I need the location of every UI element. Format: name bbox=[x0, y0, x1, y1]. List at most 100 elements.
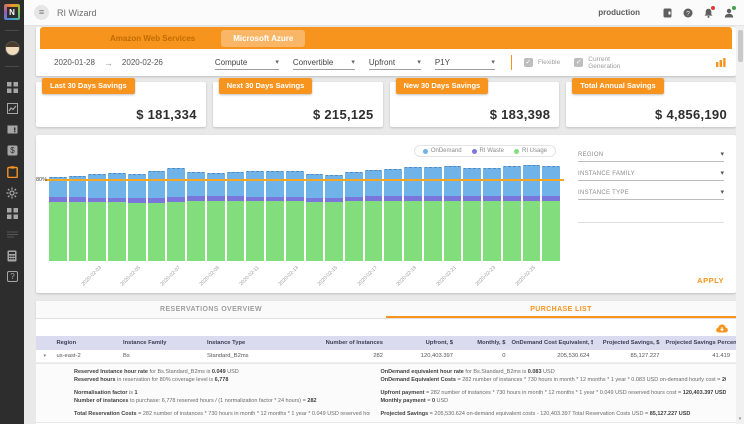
bar-2020-02-02[interactable] bbox=[69, 176, 87, 261]
bar-2020-02-11[interactable] bbox=[246, 171, 264, 261]
service-select[interactable]: Compute▾ bbox=[215, 56, 279, 70]
chevron-down-icon: ▾ bbox=[720, 188, 724, 196]
settings-icon[interactable] bbox=[0, 182, 24, 203]
purchase-list-table: Region Instance Family Instance Type Num… bbox=[36, 319, 736, 424]
bar-2020-02-23[interactable] bbox=[483, 168, 501, 261]
chart-view-icon[interactable] bbox=[716, 58, 726, 67]
chevron-down-icon: ▾ bbox=[720, 150, 724, 158]
instance-type-select[interactable]: INSTANCE TYPE ▾ bbox=[578, 188, 724, 200]
app-logo[interactable]: N bbox=[4, 4, 20, 20]
costs-icon[interactable]: $ bbox=[0, 140, 24, 161]
chart-filter-panel: REGION ▾ INSTANCE FAMILY ▾ INSTANCE TYPE… bbox=[566, 135, 736, 293]
reports-icon[interactable] bbox=[0, 224, 24, 245]
savings-card-total-annual: Total Annual Savings $ 4,856,190 bbox=[566, 82, 736, 127]
bar-2020-02-03[interactable] bbox=[88, 174, 106, 261]
environment-selector[interactable]: production bbox=[598, 8, 640, 17]
row-collapse-icon[interactable]: ▾ bbox=[36, 353, 54, 359]
date-from-input[interactable]: 2020-01-28 bbox=[54, 58, 95, 67]
sidebar: N $ ? bbox=[0, 0, 24, 424]
table-tab-bar: RESERVATIONS OVERVIEW PURCHASE LIST bbox=[36, 301, 736, 319]
flexible-checkbox[interactable]: ✓ Flexible bbox=[524, 58, 560, 67]
chevron-down-icon: ▾ bbox=[351, 58, 355, 66]
savings-cards: Last 30 Days Savings $ 181,334 Next 30 D… bbox=[36, 82, 736, 127]
notifications-icon[interactable] bbox=[704, 8, 713, 18]
bar-2020-02-01[interactable] bbox=[49, 177, 67, 261]
usage-chart-card: OnDemandRI WasteRI Usage 80% 2020-02-032… bbox=[36, 135, 736, 293]
tab-purchase-list[interactable]: PURCHASE LIST bbox=[386, 301, 736, 318]
date-to-input[interactable]: 2020-02-26 bbox=[122, 58, 163, 67]
bar-2020-02-08[interactable] bbox=[187, 172, 205, 261]
region-select[interactable]: REGION ▾ bbox=[578, 150, 724, 162]
segment-ondemand bbox=[246, 171, 264, 197]
payment-option-select[interactable]: Upfront▾ bbox=[369, 56, 421, 70]
segment-ondemand bbox=[345, 172, 363, 197]
threshold-label: 80% bbox=[36, 177, 47, 183]
bar-2020-02-17[interactable] bbox=[365, 170, 383, 261]
segment-ondemand bbox=[108, 173, 126, 198]
table-row[interactable]: ▾ us-east-2 Bs Standard_B2ms 282 120,403… bbox=[36, 350, 736, 363]
segment-ondemand bbox=[167, 168, 185, 197]
bar-2020-02-10[interactable] bbox=[227, 172, 245, 261]
bar-2020-02-05[interactable] bbox=[128, 174, 146, 261]
bar-2020-02-14[interactable] bbox=[306, 174, 324, 261]
dashboard-icon[interactable] bbox=[0, 77, 24, 98]
apply-button[interactable]: APPLY bbox=[697, 276, 724, 285]
checkbox-checked-icon: ✓ bbox=[574, 58, 583, 67]
calculator-icon[interactable] bbox=[0, 245, 24, 266]
tab-microsoft-azure[interactable]: Microsoft Azure bbox=[221, 30, 305, 47]
bar-2020-02-15[interactable] bbox=[325, 175, 343, 261]
card-badge: New 30 Days Savings bbox=[396, 78, 489, 94]
scrollbar-thumb[interactable] bbox=[738, 30, 743, 62]
bar-2020-02-16[interactable] bbox=[345, 172, 363, 261]
help-icon[interactable]: ? bbox=[683, 8, 693, 18]
filter-row: 2020-01-28 → 2020-02-26 Compute▾ Convert… bbox=[36, 49, 736, 76]
ri-wizard-icon[interactable] bbox=[0, 161, 24, 182]
instance-family-select[interactable]: INSTANCE FAMILY ▾ bbox=[578, 169, 724, 181]
bar-2020-02-07[interactable] bbox=[167, 168, 185, 261]
svg-text:?: ? bbox=[686, 10, 690, 17]
menu-button[interactable]: ≡ bbox=[34, 5, 49, 20]
segment-ri-usage bbox=[49, 202, 67, 261]
segment-ondemand bbox=[365, 170, 383, 196]
notification-badge bbox=[710, 5, 716, 11]
segment-ri-usage bbox=[503, 201, 521, 261]
segment-ri-usage bbox=[227, 201, 245, 261]
svg-text:?: ? bbox=[10, 272, 15, 281]
tab-amazon-web-services[interactable]: Amazon Web Services bbox=[98, 30, 207, 47]
top-bar: ≡ RI Wizard production ? bbox=[24, 0, 744, 26]
bar-2020-02-18[interactable] bbox=[384, 169, 402, 261]
bar-2020-02-12[interactable] bbox=[266, 171, 284, 261]
analytics-icon[interactable] bbox=[0, 98, 24, 119]
bar-2020-02-22[interactable] bbox=[463, 168, 481, 261]
bar-2020-02-04[interactable] bbox=[108, 173, 126, 261]
vertical-scrollbar[interactable]: ▾ bbox=[736, 26, 744, 424]
segment-ri-usage bbox=[345, 201, 363, 261]
apps-icon[interactable] bbox=[0, 203, 24, 224]
term-select[interactable]: P1Y▾ bbox=[435, 56, 495, 70]
download-icon[interactable] bbox=[716, 320, 728, 338]
bar-2020-02-09[interactable] bbox=[207, 173, 225, 261]
scrollbar-down-arrow[interactable]: ▾ bbox=[736, 416, 744, 422]
alerts-icon[interactable] bbox=[0, 119, 24, 140]
segment-ri-usage bbox=[523, 201, 541, 261]
segment-ondemand bbox=[483, 168, 501, 196]
current-generation-checkbox[interactable]: ✓ Current Generation bbox=[574, 56, 626, 70]
bar-2020-02-06[interactable] bbox=[148, 171, 166, 261]
legend-item-ri-waste: RI Waste bbox=[472, 148, 504, 154]
support-icon[interactable]: ? bbox=[0, 266, 24, 287]
bar-2020-02-13[interactable] bbox=[286, 171, 304, 261]
user-icon[interactable] bbox=[724, 8, 734, 18]
tab-reservations-overview[interactable]: RESERVATIONS OVERVIEW bbox=[36, 301, 386, 318]
panel-divider bbox=[578, 222, 724, 223]
org-icon[interactable] bbox=[663, 8, 672, 18]
chevron-down-icon: ▾ bbox=[491, 58, 495, 66]
user-avatar[interactable] bbox=[5, 41, 20, 56]
bar-2020-02-20[interactable] bbox=[424, 167, 442, 261]
savings-card-next-30-days: Next 30 Days Savings $ 215,125 bbox=[213, 82, 383, 127]
sidebar-divider bbox=[5, 66, 19, 67]
segment-ondemand bbox=[503, 166, 521, 196]
segment-ri-usage bbox=[69, 202, 87, 261]
segment-ri-usage bbox=[404, 201, 422, 261]
bar-2020-02-19[interactable] bbox=[404, 167, 422, 261]
offering-class-select[interactable]: Convertible▾ bbox=[293, 56, 355, 70]
